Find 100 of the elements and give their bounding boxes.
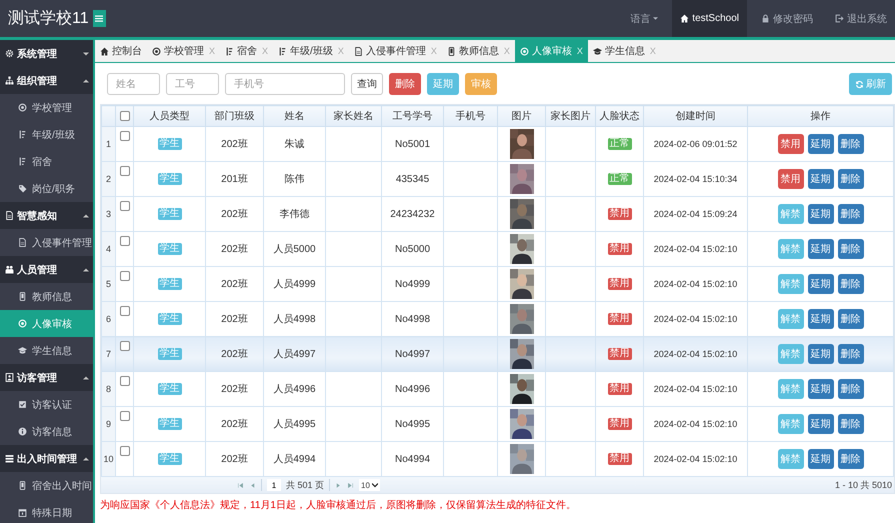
tab[interactable]: 学校管理 X: [147, 40, 220, 62]
column-header: 操作: [810, 111, 830, 122]
row-action-button[interactable]: 延期: [808, 344, 834, 364]
table-cell: 202班: [221, 454, 248, 465]
row-action-button[interactable]: 删除: [838, 344, 864, 364]
sidebar-item[interactable]: 岗位/职务: [0, 175, 93, 202]
row-number: 8: [106, 384, 111, 394]
row-number: 3: [106, 209, 111, 219]
table-cell: 人员4996: [273, 384, 316, 395]
tab[interactable]: 年级/班级 X: [273, 40, 349, 62]
row-action-button[interactable]: 删除: [838, 169, 864, 189]
close-tab-button[interactable]: X: [576, 46, 583, 56]
nav-link[interactable]: 修改密码: [753, 0, 821, 37]
toolbar-button[interactable]: 删除: [389, 73, 421, 95]
tab[interactable]: 入侵事件管理 X: [348, 40, 442, 62]
table-cell: 2024-02-04 15:02:10: [654, 348, 738, 358]
table-cell: 李伟德: [280, 209, 310, 220]
page-field[interactable]: 1: [267, 479, 281, 491]
sidebar-item[interactable]: 入侵事件管理: [0, 229, 93, 256]
search-field[interactable]: 姓名: [107, 73, 160, 95]
next-page-icon[interactable]: [335, 482, 342, 488]
row-action-button[interactable]: 删除: [838, 204, 864, 224]
row-action-button[interactable]: 删除: [838, 239, 864, 259]
nav-link[interactable]: 语言: [622, 0, 666, 37]
row-action-button[interactable]: 删除: [838, 134, 864, 154]
sidebar-item[interactable]: 教师信息: [0, 283, 93, 310]
sidebar-group[interactable]: 智慧感知: [0, 202, 93, 229]
tab[interactable]: 教师信息 X: [442, 40, 515, 62]
table-cell: No4997: [394, 348, 430, 360]
sidebar-item[interactable]: 宿舍出入时间: [0, 472, 93, 499]
sidebar-group[interactable]: 人员管理: [0, 256, 93, 283]
sidebar-group[interactable]: 系统管理: [0, 40, 93, 67]
row-action-button[interactable]: 延期: [808, 449, 834, 469]
sidebar-item[interactable]: 学校管理: [0, 94, 93, 121]
row-action-button[interactable]: 删除: [838, 309, 864, 329]
sidebar-item[interactable]: 学生信息: [0, 337, 93, 364]
search-field[interactable]: 工号: [166, 73, 219, 95]
row-action-button[interactable]: 延期: [808, 379, 834, 399]
row-action-button[interactable]: 延期: [808, 274, 834, 294]
table-cell: 2024-02-04 15:02:10: [654, 418, 738, 428]
row-action-button[interactable]: 删除: [838, 379, 864, 399]
row-checkbox[interactable]: [120, 376, 130, 386]
sidebar-item[interactable]: 访客认证: [0, 391, 93, 418]
row-action-button[interactable]: 延期: [808, 239, 834, 259]
search-field[interactable]: 手机号: [225, 73, 345, 95]
menu-button[interactable]: [92, 10, 106, 27]
row-action-button[interactable]: 延期: [808, 309, 834, 329]
row-action-button[interactable]: 延期: [808, 204, 834, 224]
tab[interactable]: 控制台: [95, 40, 147, 62]
exit-icon: [835, 14, 844, 23]
row-action-button[interactable]: 禁用: [778, 134, 804, 154]
sidebar-item[interactable]: 宿舍: [0, 148, 93, 175]
select-all-checkbox[interactable]: [120, 110, 130, 121]
sidebar-group[interactable]: 访客管理: [0, 364, 93, 391]
nav-link[interactable]: 退出系统: [827, 0, 895, 37]
sidebar-item[interactable]: 特殊日期: [0, 499, 93, 523]
row-action-button[interactable]: 延期: [808, 169, 834, 189]
circle-icon: [18, 103, 27, 112]
row-number: 2: [106, 174, 111, 184]
menu-icon: [95, 14, 104, 23]
nav-link[interactable]: testSchool: [672, 0, 747, 37]
first-page-icon[interactable]: [237, 482, 244, 488]
row-checkbox[interactable]: [120, 446, 130, 456]
toolbar-button[interactable]: 查询: [351, 73, 383, 95]
lock-icon: [761, 14, 770, 23]
tab[interactable]: 宿舍 X: [220, 40, 274, 62]
previous-page-icon[interactable]: [249, 482, 256, 488]
row-checkbox[interactable]: [120, 236, 130, 246]
row-checkbox[interactable]: [120, 341, 130, 352]
sidebar-item[interactable]: 人像审核: [0, 310, 93, 337]
table-cell: 2024-02-04 15:02:10: [654, 384, 738, 394]
sidebar-item[interactable]: 年级/班级: [0, 121, 93, 148]
column-header: 创建时间: [676, 111, 716, 122]
sidebar-group[interactable]: 出入时间管理: [0, 445, 93, 472]
row-checkbox[interactable]: [120, 306, 130, 316]
last-page-icon[interactable]: [347, 482, 354, 488]
row-action-button[interactable]: 延期: [808, 134, 834, 154]
table-cell: 2024-02-04 15:02:10: [654, 244, 738, 254]
row-action-button[interactable]: 删除: [838, 274, 864, 294]
table-cell: No4994: [394, 454, 430, 464]
table-cell: No5001: [394, 138, 430, 150]
tab[interactable]: 人像审核 X: [514, 40, 588, 62]
tab[interactable]: 学生信息 X: [588, 40, 661, 62]
info-icon: [18, 427, 27, 436]
table-cell: 202班: [221, 279, 248, 290]
row-action-button[interactable]: 删除: [838, 414, 864, 434]
gear-icon: [5, 49, 14, 58]
sidebar-item[interactable]: 访客信息: [0, 418, 93, 445]
row-action-button[interactable]: 延期: [808, 414, 834, 434]
row-checkbox[interactable]: [120, 131, 130, 142]
row-checkbox[interactable]: [120, 411, 130, 422]
row-checkbox[interactable]: [120, 201, 130, 212]
row-checkbox[interactable]: [120, 166, 130, 176]
sidebar-group[interactable]: 组织管理: [0, 67, 93, 94]
column-header: 图片: [512, 111, 532, 122]
row-action-button[interactable]: 禁用: [778, 169, 804, 189]
row-action-button[interactable]: 删除: [838, 449, 864, 469]
table-cell: 202班: [221, 419, 248, 430]
page-size-select[interactable]: 10: [359, 479, 380, 491]
row-checkbox[interactable]: [120, 271, 130, 282]
